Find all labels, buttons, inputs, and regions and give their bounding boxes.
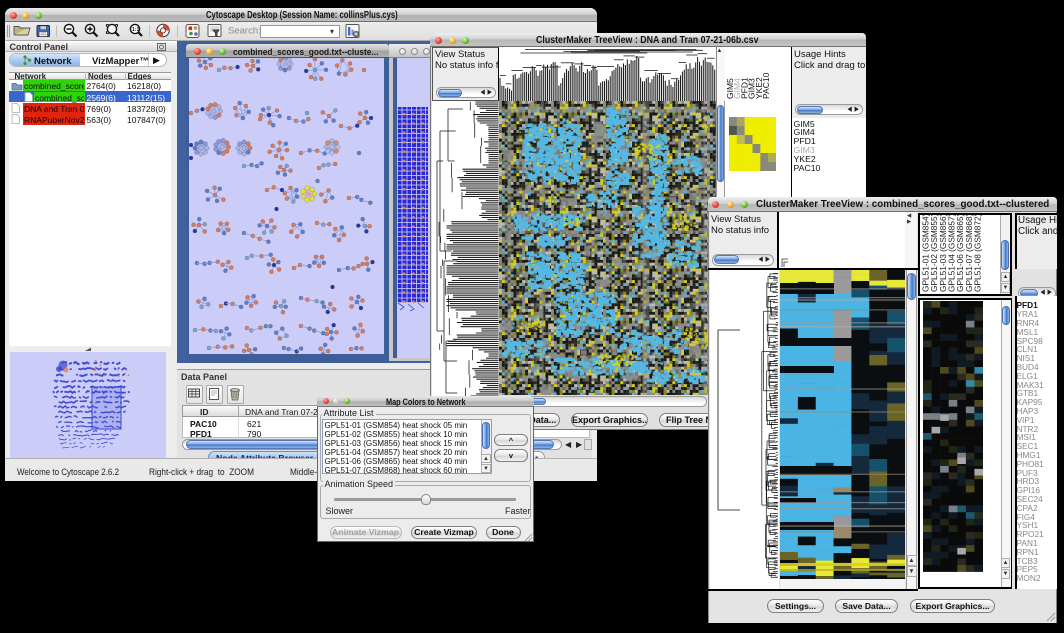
svg-text:PAC10: PAC10 — [761, 72, 771, 99]
svg-text:Search:: Search: — [228, 26, 261, 37]
svg-text:1:1: 1:1 — [132, 27, 139, 33]
svg-text:GPL51-08 (GSM872): GPL51-08 (GSM872) — [972, 215, 982, 292]
